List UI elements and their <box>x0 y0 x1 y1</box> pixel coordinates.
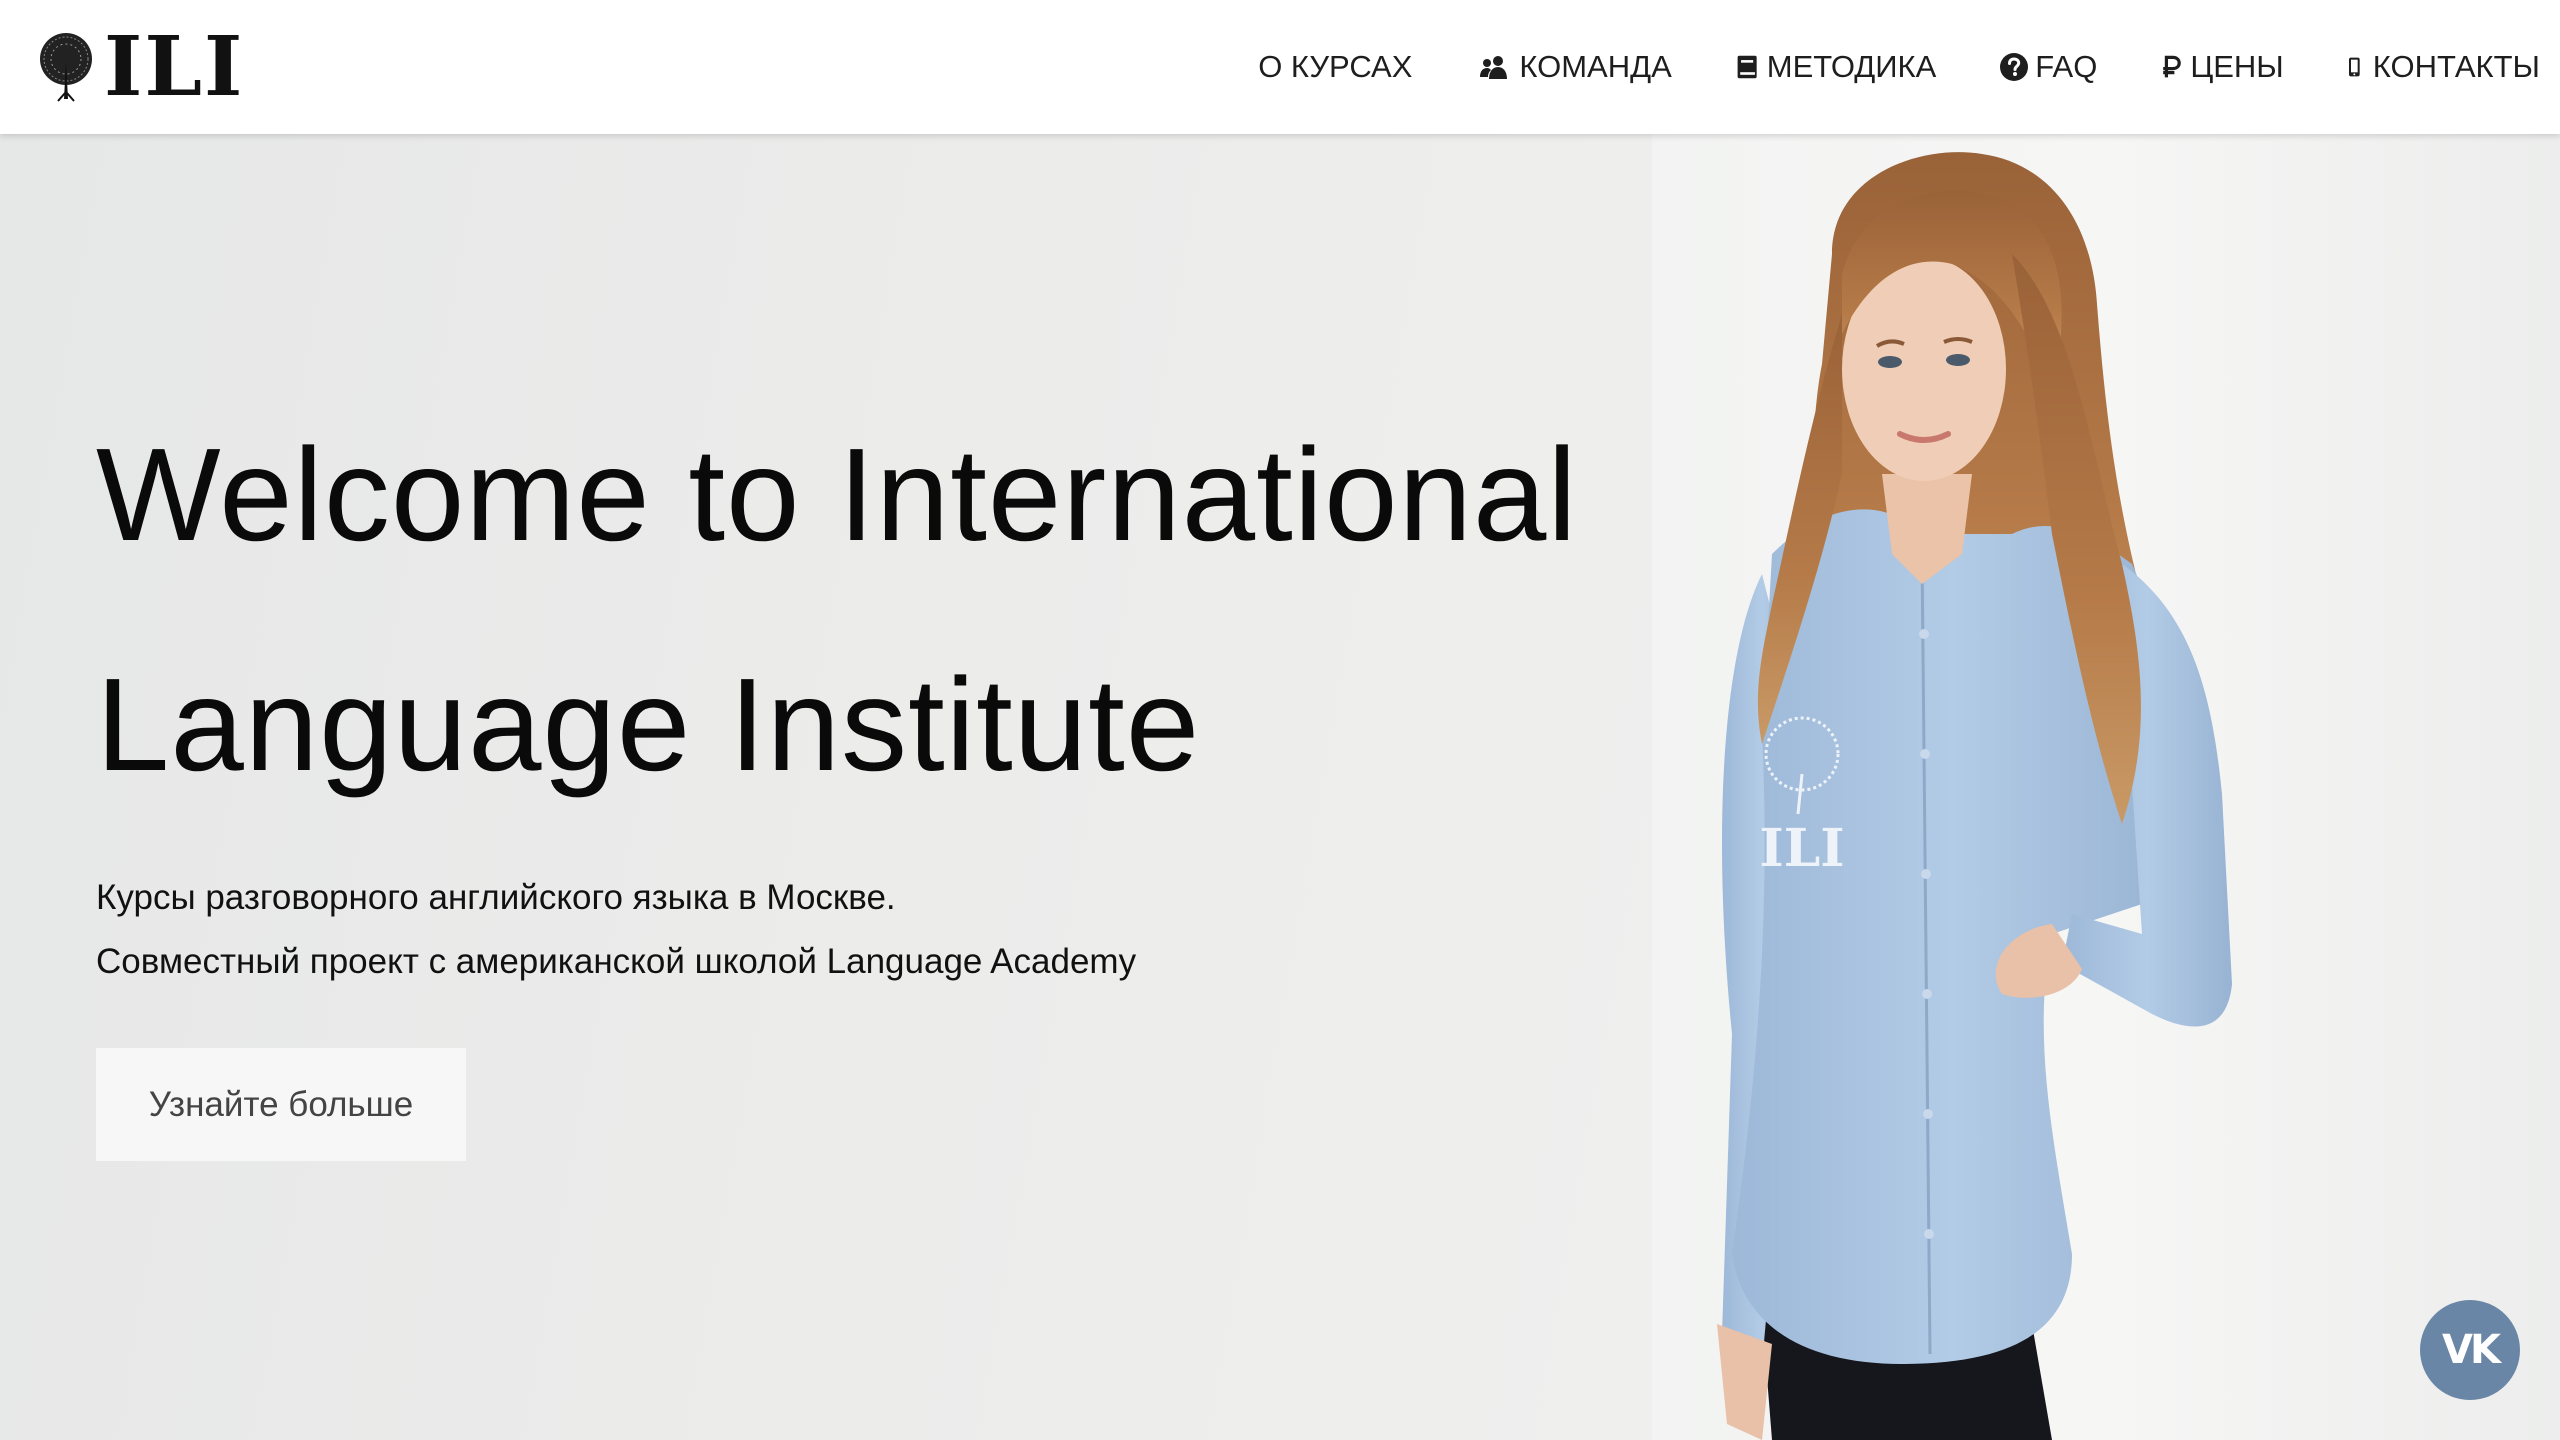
nav-item-method[interactable]: МЕТОДИКА <box>1735 49 1937 85</box>
hero-title-line-2: Language Institute <box>96 651 1201 798</box>
hero-subtitle-line-1: Курсы разговорного английского языка в М… <box>96 878 896 917</box>
nav-item-contacts[interactable]: КОНТАКТЫ <box>2347 49 2540 85</box>
nav-item-label: КОНТАКТЫ <box>2372 49 2540 84</box>
nav-item-label: МЕТОДИКА <box>1766 49 1937 84</box>
nav-item-faq[interactable]: FAQ <box>1999 49 2097 85</box>
nav-item-label: ЦЕНЫ <box>2190 49 2284 84</box>
nav-item-label: О КУРСАХ <box>1258 49 1413 84</box>
teacher-photo-illustration: ILI <box>1717 152 2232 1440</box>
hero-title: Welcome to International Language Instit… <box>96 380 1578 840</box>
book-icon <box>1737 55 1757 79</box>
nav-item-label: КОМАНДА <box>1519 49 1672 84</box>
tree-logo-icon <box>40 33 92 102</box>
site-header: ILI О КУРСАХ КОМАНДА МЕТОДИКА FAQ ЦЕНЫ К… <box>0 0 2560 134</box>
mobile-phone-icon <box>2348 57 2360 77</box>
ruble-icon <box>2163 55 2182 78</box>
hero-subtitle: Курсы разговорного английского языка в М… <box>96 866 1136 994</box>
users-icon <box>1480 56 1508 79</box>
nav-item-about[interactable]: О КУРСАХ <box>1258 49 1412 85</box>
nav-item-team[interactable]: КОМАНДА <box>1475 49 1672 85</box>
site-logo[interactable]: ILI <box>34 26 244 108</box>
main-nav: О КУРСАХ КОМАНДА МЕТОДИКА FAQ ЦЕНЫ КОНТА… <box>1195 0 2540 134</box>
hero-title-line-1: Welcome to International <box>96 421 1578 568</box>
logo-text: ILI <box>104 19 245 115</box>
nav-item-label: FAQ <box>2035 49 2098 84</box>
question-circle-icon <box>2000 53 2029 81</box>
vk-social-button[interactable]: VK <box>2420 1300 2520 1400</box>
learn-more-button[interactable]: Узнайте больше <box>96 1048 466 1161</box>
vk-icon: VK <box>2442 1327 2501 1373</box>
shirt-logo-text: ILI <box>1759 818 1844 879</box>
nav-item-prices[interactable]: ЦЕНЫ <box>2160 49 2284 85</box>
hero-subtitle-line-2: Совместный проект с американской школой … <box>96 942 1137 981</box>
hero-photo: ILI <box>1652 134 2560 1440</box>
